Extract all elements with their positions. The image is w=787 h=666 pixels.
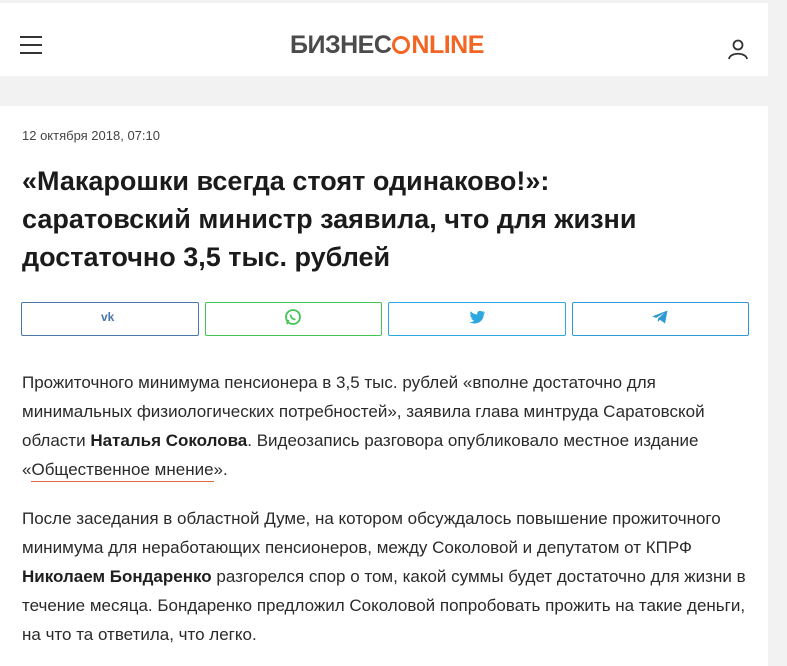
logo-text-business: БИЗНЕС xyxy=(290,30,392,59)
person-name-sokolova: Наталья Соколова xyxy=(90,431,248,450)
article-title: «Макарошки всегда стоят одинаково!»: сар… xyxy=(22,166,637,272)
share-twitter-button[interactable] xyxy=(388,302,566,336)
article-card: 12 октября 2018, 07:10 «Макарошки всегда… xyxy=(0,106,768,666)
source-link-obshchestvennoe-mnenie[interactable]: Общественное мнение xyxy=(31,460,214,482)
share-telegram-button[interactable] xyxy=(571,302,749,336)
menu-icon[interactable] xyxy=(20,36,42,54)
share-whatsapp-button[interactable] xyxy=(204,302,382,336)
twitter-icon xyxy=(468,310,486,329)
top-navigation-bar: БИЗНЕС NLINE xyxy=(0,0,768,76)
logo-o-ring-icon xyxy=(392,36,411,54)
vk-icon: vk xyxy=(101,310,119,328)
logo-text-online: NLINE xyxy=(411,30,484,59)
article-paragraph-1: Прожиточного минимума пенсионера в 3,5 т… xyxy=(22,368,747,484)
share-buttons: vk xyxy=(21,302,749,336)
svg-text:vk: vk xyxy=(101,311,115,323)
share-vk-button[interactable]: vk xyxy=(21,302,199,336)
article-date: 12 октября 2018, 07:10 xyxy=(22,128,160,143)
user-account-icon[interactable] xyxy=(727,38,749,60)
site-logo[interactable]: БИЗНЕС NLINE xyxy=(290,30,484,60)
article-paragraph-2: После заседания в областной Думе, на кот… xyxy=(22,504,747,649)
paragraph-text: ». xyxy=(213,460,228,479)
paragraph-text: После заседания в областной Думе, на кот… xyxy=(22,509,721,557)
whatsapp-icon xyxy=(284,308,302,331)
telegram-icon xyxy=(651,309,669,330)
top-divider xyxy=(0,0,768,3)
person-name-bondarenko: Николаем Бондаренко xyxy=(22,567,212,586)
